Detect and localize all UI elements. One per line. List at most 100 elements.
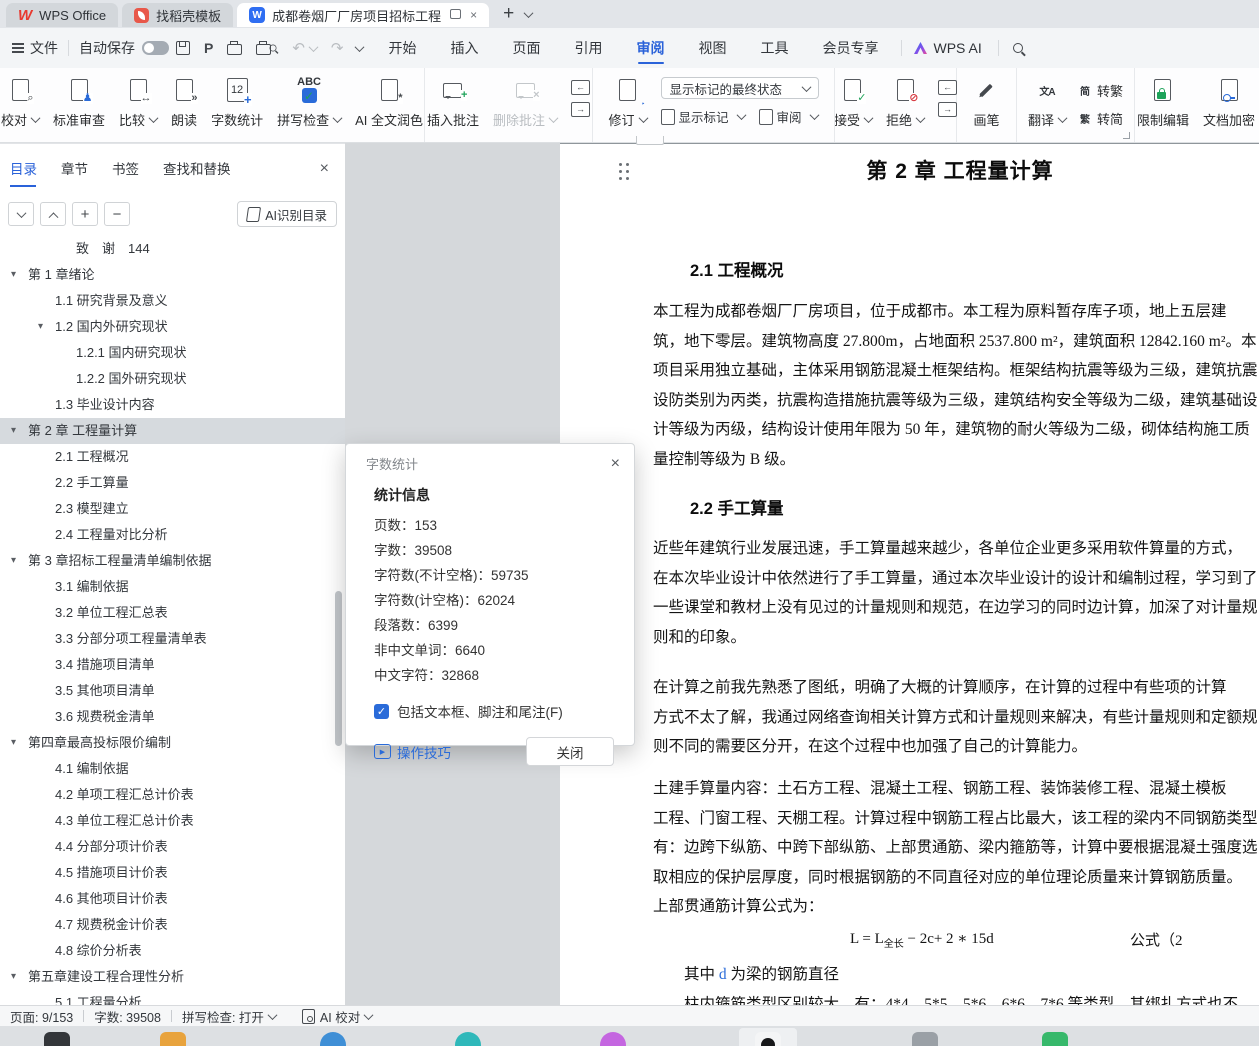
ai-proofread-status[interactable]: AI 校对 [301, 1007, 374, 1026]
to-traditional-button[interactable]: 简 转繁 [1080, 81, 1123, 100]
toc-item[interactable]: ▾ 4.5 措施项目计价表 [0, 860, 345, 886]
menu-tab[interactable]: 引用 [575, 30, 603, 66]
ai-recognize-toc-button[interactable]: AI识别目录 [237, 201, 337, 227]
sidebar-close-icon[interactable]: × [320, 160, 329, 178]
delete-comment-button[interactable]: × 删除批注 [493, 77, 559, 129]
expand-arrow-icon[interactable]: ▾ [11, 548, 16, 574]
spell-check-status[interactable]: 拼写检查: 打开 [182, 1007, 278, 1026]
page-gap-marker[interactable] [636, 136, 664, 145]
restrict-editing-button[interactable]: 限制编辑 [1137, 77, 1189, 129]
toc-item[interactable]: ▾ 3.6 规费税金清单 [0, 704, 345, 730]
spell-check-button[interactable]: ABC ✓ 拼写检查 [277, 77, 343, 129]
toc-item[interactable]: ▾ 2.3 模型建立 [0, 496, 345, 522]
paragraph-drag-handle-icon[interactable] [619, 163, 630, 181]
document-page[interactable]: 第 2 章 工程量计算 2.1 工程概况 本工程为成都卷烟厂厂房项目，位于成都市… [560, 143, 1259, 1006]
toc-item[interactable]: ▾ 3.4 措施项目清单 [0, 652, 345, 678]
toc-item[interactable]: ▾ 第五章建设工程合理性分析 [0, 964, 345, 990]
taskbar-app-icon[interactable] [320, 1032, 346, 1046]
toc-item[interactable]: ▾ 5.1 工程量分析 [0, 990, 345, 1006]
taskbar-app-icon[interactable] [160, 1032, 186, 1046]
toc-item[interactable]: ▾ 3.1 编制依据 [0, 574, 345, 600]
zoom-in-level-button[interactable]: + [72, 202, 98, 226]
print-preview-button[interactable] [256, 41, 278, 55]
export-pdf-button[interactable]: P [204, 40, 213, 56]
sidebar-tab-bookmarks[interactable]: 书签 [112, 158, 139, 187]
menu-tab[interactable]: 审阅 [637, 30, 665, 66]
toc-item[interactable]: ▾ 4.3 单位工程汇总计价表 [0, 808, 345, 834]
toc-item[interactable]: ▾ 2.1 工程概况 [0, 444, 345, 470]
redo-button[interactable]: ↷ [331, 39, 344, 57]
reject-change-button[interactable]: ⊘ 拒绝 [886, 77, 926, 129]
toc-item[interactable]: ▾ 4.1 编制依据 [0, 756, 345, 782]
tab-float-icon[interactable] [450, 8, 462, 22]
next-comment-icon[interactable]: → [571, 102, 591, 117]
search-icon[interactable] [1012, 43, 1023, 53]
previous-change-icon[interactable]: ← [938, 80, 958, 95]
tab-docer[interactable]: 找稻壳模板 [122, 3, 234, 27]
menu-tab[interactable]: 插入 [451, 30, 479, 66]
tab-wps-office[interactable]: W WPS Office [6, 3, 119, 27]
toc-item[interactable]: ▾ 1.2.1 国内研究现状 [0, 340, 345, 366]
wps-ai-button[interactable]: WPS AI [912, 40, 982, 56]
standard-review-button[interactable]: ♟ 标准审查 [53, 77, 105, 129]
toc-item[interactable]: ▾ 4.7 规费税金计价表 [0, 912, 345, 938]
ink-brush-button[interactable]: 画笔 [973, 77, 1000, 129]
tab-close-icon[interactable]: × [470, 8, 477, 22]
dialog-close-button[interactable]: 关闭 [526, 737, 614, 766]
previous-comment-icon[interactable]: ← [571, 80, 591, 95]
taskbar-app-icon[interactable] [739, 1028, 797, 1046]
to-simplified-button[interactable]: 繁 转简 [1080, 109, 1123, 128]
toc-item[interactable]: ▾ 4.4 分部分项计价表 [0, 834, 345, 860]
dialog-close-icon[interactable]: × [611, 455, 620, 473]
word-count-button[interactable]: 12 + 字数统计 [211, 77, 263, 129]
toc-item[interactable]: ▾ 3.2 单位工程汇总表 [0, 600, 345, 626]
taskbar-app-icon[interactable] [44, 1032, 70, 1046]
undo-button[interactable]: ↶ [292, 39, 319, 57]
toc-item[interactable]: ▾ 1.2.2 国外研究现状 [0, 366, 345, 392]
markup-state-select[interactable]: 显示标记的最终状态 [660, 77, 819, 99]
toc-item[interactable]: ▾ 3.5 其他项目清单 [0, 678, 345, 704]
expand-all-button[interactable] [40, 202, 66, 226]
toc-item[interactable]: ▾ 3.3 分部分项工程量清单表 [0, 626, 345, 652]
sidebar-tab-contents[interactable]: 目录 [10, 158, 37, 187]
sidebar-scrollbar[interactable] [335, 591, 342, 746]
expand-arrow-icon[interactable]: ▾ [38, 314, 43, 340]
quickbar-more-chevron-icon[interactable] [354, 41, 364, 52]
tab-document[interactable]: W 成都卷烟厂厂房项目招标工程 × [237, 3, 490, 27]
toc-item[interactable]: ▾ 第 3 章招标工程量清单编制依据 [0, 548, 345, 574]
page-indicator[interactable]: 页面: 9/153 [10, 1007, 73, 1026]
insert-comment-button[interactable]: + 插入批注 [427, 77, 479, 129]
print-button[interactable] [227, 41, 243, 55]
tips-link[interactable]: ▶ 操作技巧 [374, 742, 451, 762]
new-tab-button[interactable]: + [503, 3, 514, 25]
translate-button[interactable]: 文A 翻译 [1028, 77, 1068, 129]
toc-item[interactable]: ▾ 第 2 章 工程量计算 [0, 418, 345, 444]
toc-item[interactable]: ▾ 4.6 其他项目计价表 [0, 886, 345, 912]
expand-arrow-icon[interactable]: ▾ [11, 418, 16, 444]
menu-tab[interactable]: 视图 [699, 30, 727, 66]
group-expand-icon[interactable] [1123, 132, 1130, 139]
ai-polish-button[interactable]: * AI 全文润色 [355, 77, 423, 129]
toc-item[interactable]: ▾ 1.3 毕业设计内容 [0, 392, 345, 418]
save-button[interactable] [176, 41, 190, 55]
include-footnotes-checkbox[interactable]: ✓ [374, 703, 389, 719]
toc-item[interactable]: ▾ 1.2 国内外研究现状 [0, 314, 345, 340]
accept-change-button[interactable]: ✓ 接受 [834, 77, 874, 129]
autosave-toggle[interactable] [142, 41, 169, 55]
track-changes-button[interactable]: 修订 [608, 77, 648, 129]
tab-list-chevron-icon[interactable] [523, 7, 534, 18]
zoom-out-level-button[interactable]: − [104, 202, 130, 226]
taskbar-app-icon[interactable] [455, 1032, 481, 1046]
toc-item[interactable]: ▾ 4.8 综价分析表 [0, 938, 345, 964]
taskbar-app-icon[interactable] [912, 1032, 938, 1046]
sidebar-tab-find-replace[interactable]: 查找和替换 [163, 158, 231, 187]
file-menu-button[interactable]: 文件 [12, 38, 58, 58]
expand-arrow-icon[interactable]: ▾ [11, 964, 16, 990]
toc-item[interactable]: ▾ 第 1 章绪论 [0, 262, 345, 288]
menu-tab[interactable]: 页面 [513, 30, 541, 66]
toc-item[interactable]: ▾ 2.2 手工算量 [0, 470, 345, 496]
review-pane-button[interactable]: 审阅 [758, 107, 819, 126]
taskbar-app-icon[interactable] [600, 1032, 626, 1046]
show-markup-button[interactable]: 显示标记 [660, 107, 746, 126]
expand-arrow-icon[interactable]: ▾ [11, 730, 16, 756]
